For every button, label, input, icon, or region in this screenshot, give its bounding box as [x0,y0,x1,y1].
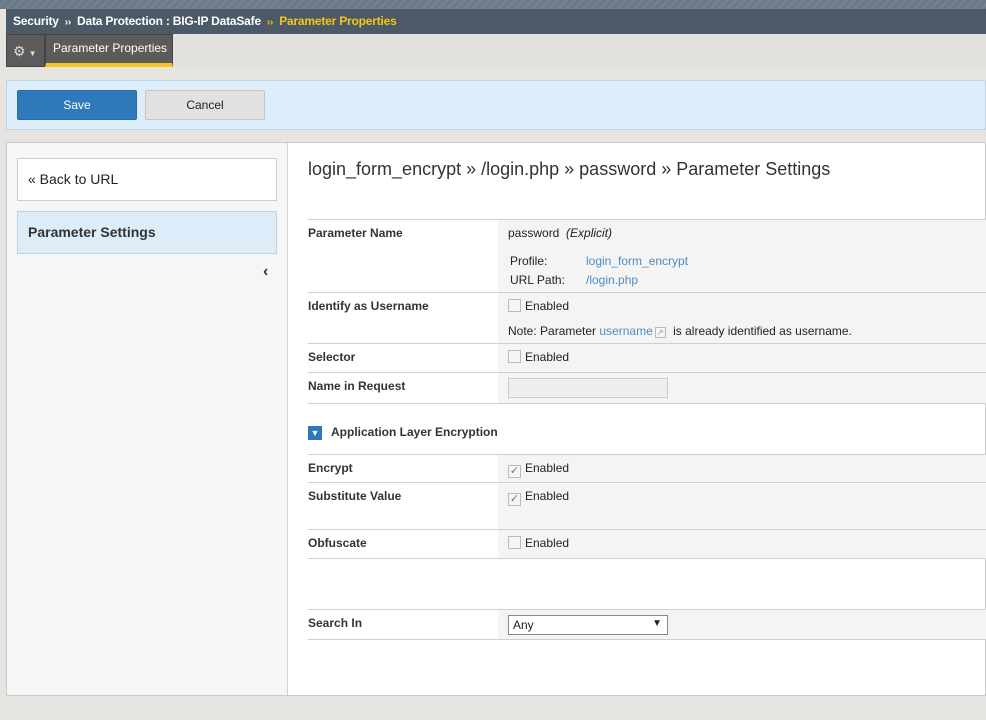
top-banner [0,0,986,9]
save-button[interactable]: Save [17,90,137,120]
label: Obfuscate [308,536,367,550]
breadcrumb-data-protection[interactable]: Data Protection : BIG-IP DataSafe [77,14,261,28]
label: Encrypt [308,461,353,475]
selector-checkbox[interactable] [508,350,521,363]
label: Search In [308,616,363,630]
cancel-button[interactable]: Cancel [145,90,265,120]
note-text: Note: Parameter [508,324,597,338]
row-search-in: Search In Any ▼ [308,609,986,640]
identify-username-checkbox[interactable] [508,299,521,312]
gear-menu-button[interactable]: ⚙ ▼ [6,34,45,67]
section-title: Application Layer Encryption [331,425,498,439]
sidebar: « Back to URL Parameter Settings ‹ [7,143,288,695]
row-name-in-request: Name in Request [308,373,986,404]
encrypt-checkbox[interactable]: ✓ [508,465,521,478]
search-in-select[interactable]: Any ▼ [508,615,668,635]
label: Parameter Name [308,226,403,240]
tab-parameter-properties[interactable]: Parameter Properties [45,34,173,67]
label: Substitute Value [308,489,402,503]
caret-down-icon: ▼ [28,49,37,58]
url-path-link[interactable]: /login.php [586,273,638,287]
checkbox-label: Enabled [525,350,570,364]
collapse-chevron-icon[interactable]: ‹ [263,263,268,281]
sidebar-item-parameter-settings[interactable]: Parameter Settings [17,211,277,254]
breadcrumb-current: Parameter Properties [279,14,397,28]
obfuscate-checkbox[interactable] [508,536,521,549]
row-identify-username: Identify as Username Enabled Note: Param… [308,293,986,344]
collapse-triangle-icon[interactable]: ▼ [308,426,322,440]
back-to-url-link[interactable]: « Back to URL [17,158,277,201]
external-link-icon[interactable]: ↗ [654,327,666,338]
main-panel: « Back to URL Parameter Settings ‹ login… [6,142,986,696]
label: Selector [308,350,356,364]
row-obfuscate: Obfuscate Enabled [308,530,986,559]
breadcrumb-security[interactable]: Security [13,14,59,28]
checkbox-label: Enabled [525,536,570,550]
gear-icon: ⚙ [13,43,26,59]
chevron-down-icon: ▼ [652,618,662,629]
select-value: Any [513,618,534,632]
note-text: is already identified as username. [673,324,852,338]
parameter-name-value: password [508,226,560,240]
section-application-layer-encryption[interactable]: ▼ Application Layer Encryption [308,425,498,440]
row-substitute-value: Substitute Value ✓ Enabled [308,483,986,530]
username-link[interactable]: username [599,324,652,338]
action-toolbar: Save Cancel [6,80,986,130]
row-parameter-name: Parameter Name password (Explicit) Profi… [308,219,986,293]
name-in-request-input[interactable] [508,378,668,398]
page-title: login_form_encrypt » /login.php » passwo… [308,159,831,179]
label: Name in Request [308,379,406,393]
parameter-type: (Explicit) [566,226,613,240]
profile-link[interactable]: login_form_encrypt [586,254,688,268]
profile-label: Profile: [510,254,548,268]
checkbox-label: Enabled [525,461,570,475]
substitute-value-checkbox[interactable]: ✓ [508,493,521,506]
checkbox-label: Enabled [525,299,570,313]
checkbox-label: Enabled [525,489,570,503]
row-selector: Selector Enabled [308,344,986,373]
breadcrumb-separator: ›› [266,17,274,28]
tab-bar: ⚙ ▼ Parameter Properties [6,34,986,67]
breadcrumb-separator: ›› [64,17,72,28]
label: Identify as Username [308,299,429,313]
row-encrypt: Encrypt ✓ Enabled [308,454,986,483]
breadcrumb: Security ›› Data Protection : BIG-IP DataS… [6,9,986,34]
url-path-label: URL Path: [510,273,565,287]
